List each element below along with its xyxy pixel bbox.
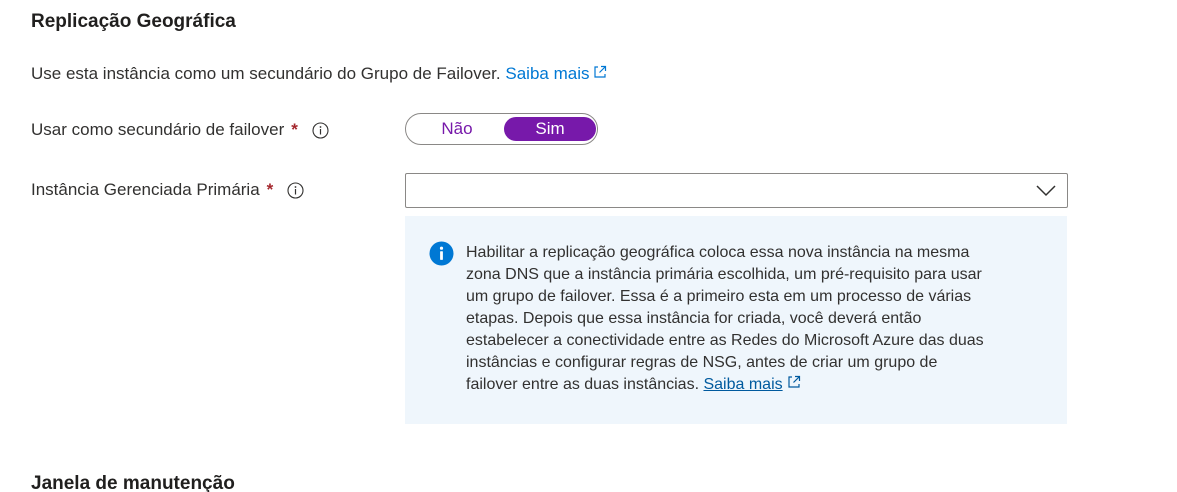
external-link-icon[interactable] [787,375,801,389]
external-link-icon [594,65,607,78]
required-marker: * [266,180,274,199]
info-line: zona DNS que a instância primária escolh… [466,266,982,283]
info-message-text: Habilitar a replicação geográfica coloca… [466,242,1056,396]
info-line-last: failover entre as duas instâncias. Saiba… [466,374,1056,396]
chevron-down-icon [1036,185,1056,197]
info-line: estabelecer a conectividade entre as Red… [466,332,984,349]
section-title-maintenance: Janela de manutenção [31,473,235,492]
info-icon[interactable] [312,121,329,139]
primary-instance-label-row: Instância Gerenciada Primária * [31,180,304,200]
failover-secondary-label: Usar como secundário de failover [31,120,285,139]
info-line: failover entre as duas instâncias. [466,376,700,393]
info-line: instâncias e configurar regras de NSG, a… [466,354,938,371]
section-title-geo-replication: Replicação Geográfica [31,11,236,32]
info-icon[interactable] [287,181,304,199]
failover-secondary-label-row: Usar como secundário de failover * [31,120,329,140]
info-line: um grupo de failover. Essa é a primeiro … [466,288,972,305]
required-marker: * [291,120,298,139]
info-filled-icon [429,241,454,266]
primary-instance-label: Instância Gerenciada Primária [31,180,260,199]
info-learn-more-link[interactable]: Saiba mais [703,376,782,393]
info-message-box: Habilitar a replicação geográfica coloca… [405,216,1067,424]
intro-paragraph: Use esta instância como um secundário do… [31,64,607,84]
intro-text: Use esta instância como um secundário do… [31,64,501,83]
info-line: Habilitar a replicação geográfica coloca… [466,244,970,261]
info-learn-more-label: Saiba mais [703,376,783,393]
learn-more-link[interactable]: Saiba mais [505,64,607,83]
toggle-option-sim[interactable]: Sim [504,117,596,141]
toggle-option-nao[interactable]: Não [414,117,500,141]
learn-more-link-label: Saiba mais [505,64,590,83]
failover-secondary-toggle[interactable]: Não Sim [405,113,598,145]
info-line: etapas. Depois que essa instância for cr… [466,310,922,327]
page: Replicação Geográfica Use esta instância… [0,0,1177,492]
primary-instance-dropdown[interactable] [405,173,1068,208]
